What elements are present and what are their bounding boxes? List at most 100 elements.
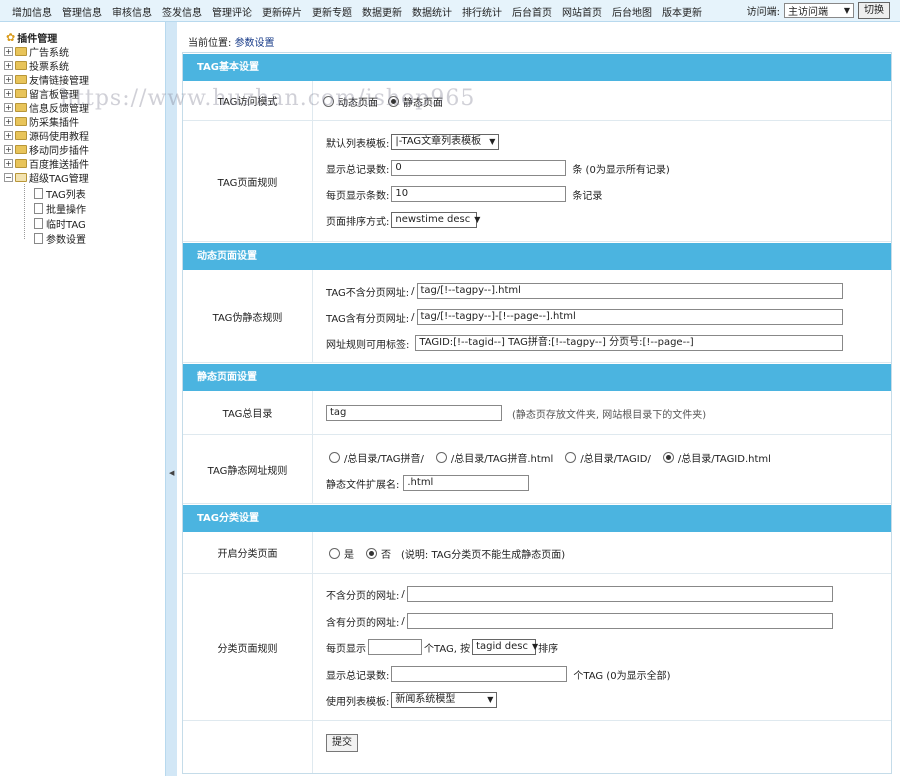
expand-icon[interactable]: + bbox=[4, 46, 13, 56]
url-slash: / bbox=[401, 588, 405, 600]
radio-no-label: 否 bbox=[381, 549, 391, 561]
document-icon bbox=[34, 202, 43, 214]
nav-review-info[interactable]: 审核信息 bbox=[112, 4, 152, 19]
url-option-label: /总目录/TAGID/ bbox=[580, 453, 651, 465]
extension-input[interactable]: .html bbox=[403, 475, 530, 491]
tree-item-super-tag[interactable]: − 超级TAG管理 bbox=[4, 170, 89, 185]
cat-no-page-url-input[interactable] bbox=[406, 586, 833, 602]
breadcrumb-prefix: 当前位置: bbox=[188, 38, 232, 49]
cat-total-input[interactable] bbox=[391, 666, 568, 682]
tree-item-vote[interactable]: + 投票系统 bbox=[4, 58, 69, 73]
radio-static[interactable] bbox=[388, 95, 399, 107]
radio-static-label: 静态页面 bbox=[403, 97, 443, 109]
radio-dynamic-label: 动态页面 bbox=[338, 97, 378, 109]
tree-item-anticollect[interactable]: + 防采集插件 bbox=[4, 114, 79, 129]
nav-add-info[interactable]: 增加信息 bbox=[12, 4, 52, 19]
nav-rank-stats[interactable]: 排行统计 bbox=[462, 4, 502, 19]
sort-select[interactable]: newstime desc ▼ bbox=[391, 212, 480, 228]
radio-dynamic[interactable] bbox=[323, 95, 334, 107]
cat-template-label: 使用列表模板: bbox=[326, 696, 390, 708]
tree-item-links[interactable]: + 友情链接管理 bbox=[4, 72, 89, 87]
row-submit: 提交 bbox=[183, 721, 891, 773]
nav-update-fragments[interactable]: 更新碎片 bbox=[262, 4, 302, 19]
expand-icon[interactable]: + bbox=[4, 144, 13, 154]
tree-child-settings[interactable]: 参数设置 bbox=[34, 231, 86, 246]
row-page-rules: TAG页面规则 默认列表模板: |-TAG文章列表模板 ▼ 显示总记录数: 0 条 (0… bbox=[183, 121, 891, 242]
expand-icon[interactable]: + bbox=[4, 130, 13, 140]
nav-version-update[interactable]: 版本更新 bbox=[662, 4, 702, 19]
per-page-note: 条记录 bbox=[572, 190, 603, 202]
access-mode-label: TAG访问模式 bbox=[183, 81, 313, 120]
radio-category-yes[interactable] bbox=[329, 547, 340, 559]
tree-child-temp-tag[interactable]: 临时TAG bbox=[34, 216, 86, 231]
extension-label: 静态文件扩展名: bbox=[326, 479, 400, 491]
nav-admin-map[interactable]: 后台地图 bbox=[612, 4, 652, 19]
collapse-icon[interactable]: − bbox=[4, 172, 13, 182]
nav-manage-info[interactable]: 管理信息 bbox=[62, 4, 102, 19]
no-page-url-input[interactable]: tag/[!--tagpy--].html bbox=[416, 283, 843, 299]
row-category-rules: 分类页面规则 不含分页的网址: / 含有分页的网址: / 每页显示 个TAG, 按 ta… bbox=[183, 574, 891, 721]
total-records-note: 条 (0为显示所有记录) bbox=[572, 164, 670, 176]
visit-select[interactable]: 主访问端 ▼ bbox=[784, 3, 854, 18]
document-icon bbox=[34, 232, 43, 244]
expand-icon[interactable]: + bbox=[4, 88, 13, 98]
tree-item-guestbook[interactable]: + 留言板管理 bbox=[4, 86, 79, 101]
expand-icon[interactable]: + bbox=[4, 74, 13, 84]
nav-update-topics[interactable]: 更新专题 bbox=[312, 4, 352, 19]
cat-per-page-input[interactable] bbox=[368, 639, 422, 655]
total-records-label: 显示总记录数: bbox=[326, 164, 390, 176]
per-page-label: 每页显示条数: bbox=[326, 190, 390, 202]
cat-template-select[interactable]: 新闻系统模型 ▼ bbox=[391, 692, 498, 708]
tree-child-label: 参数设置 bbox=[46, 234, 86, 246]
breadcrumb-current[interactable]: 参数设置 bbox=[235, 38, 275, 49]
cat-per-page-label: 每页显示 bbox=[326, 643, 366, 655]
folder-icon bbox=[15, 46, 27, 56]
cat-page-url-input[interactable] bbox=[406, 613, 833, 629]
per-page-input[interactable]: 10 bbox=[391, 186, 567, 202]
folder-icon bbox=[15, 116, 27, 126]
collapse-arrow-icon[interactable]: ◀ bbox=[169, 469, 174, 477]
tree-item-baidu-push[interactable]: + 百度推送插件 bbox=[4, 156, 89, 171]
submit-button[interactable]: 提交 bbox=[326, 734, 358, 752]
radio-url-id-dir[interactable] bbox=[565, 451, 577, 463]
radio-url-id-html[interactable] bbox=[662, 451, 674, 463]
template-select[interactable]: |-TAG文章列表模板 ▼ bbox=[391, 134, 500, 150]
radio-category-no[interactable] bbox=[366, 547, 377, 559]
radio-url-pinyin-dir[interactable] bbox=[329, 451, 340, 463]
category-rules-label: 分类页面规则 bbox=[183, 574, 313, 720]
tree-item-tutorial[interactable]: + 源码使用教程 bbox=[4, 128, 89, 143]
sidebar-splitter[interactable]: ◀ bbox=[165, 22, 177, 776]
switch-button[interactable]: 切换 bbox=[858, 2, 890, 19]
expand-icon[interactable]: + bbox=[4, 116, 13, 126]
tree-item-feedback[interactable]: + 信息反馈管理 bbox=[4, 100, 89, 115]
tree-child-label: 批量操作 bbox=[46, 204, 86, 216]
nav-manage-comments[interactable]: 管理评论 bbox=[212, 4, 252, 19]
plugin-gear-icon: ✿ bbox=[6, 31, 16, 44]
static-url-rule-label: TAG静态网址规则 bbox=[183, 435, 313, 503]
radio-yes-label: 是 bbox=[344, 549, 354, 561]
page-url-label: TAG含有分页网址: bbox=[326, 313, 410, 325]
open-category-label: 开启分类页面 bbox=[183, 532, 313, 573]
tree-child-batch[interactable]: 批量操作 bbox=[34, 201, 86, 216]
radio-url-pinyin-html[interactable] bbox=[435, 451, 447, 463]
page-url-input[interactable]: tag/[!--tagpy--]-[!--page--].html bbox=[416, 309, 843, 325]
visit-switcher: 访问端: 主访问端 ▼ 切换 bbox=[747, 2, 890, 19]
expand-icon[interactable]: + bbox=[4, 158, 13, 168]
nav-data-update[interactable]: 数据更新 bbox=[362, 4, 402, 19]
cat-sort-select[interactable]: tagid desc ▼ bbox=[472, 639, 538, 655]
total-records-input[interactable]: 0 bbox=[391, 160, 567, 176]
nav-sign-info[interactable]: 签发信息 bbox=[162, 4, 202, 19]
tree-child-label: 临时TAG bbox=[46, 219, 86, 231]
expand-icon[interactable]: + bbox=[4, 102, 13, 112]
nav-site-home[interactable]: 网站首页 bbox=[562, 4, 602, 19]
tree-item-mobile-sync[interactable]: + 移动同步插件 bbox=[4, 142, 89, 157]
tree-child-tag-list[interactable]: TAG列表 bbox=[34, 186, 86, 201]
sort-value: newstime desc bbox=[395, 214, 471, 225]
expand-icon[interactable]: + bbox=[4, 60, 13, 70]
section-static: 静态页面设置 bbox=[183, 363, 891, 391]
tree-item-ads[interactable]: + 广告系统 bbox=[4, 44, 69, 59]
nav-admin-home[interactable]: 后台首页 bbox=[512, 4, 552, 19]
tag-dir-input[interactable]: tag bbox=[326, 405, 502, 421]
nav-data-stats[interactable]: 数据统计 bbox=[412, 4, 452, 19]
row-static-url-rule: TAG静态网址规则 /总目录/TAG拼音/ /总目录/TAG拼音.html /总… bbox=[183, 435, 891, 504]
